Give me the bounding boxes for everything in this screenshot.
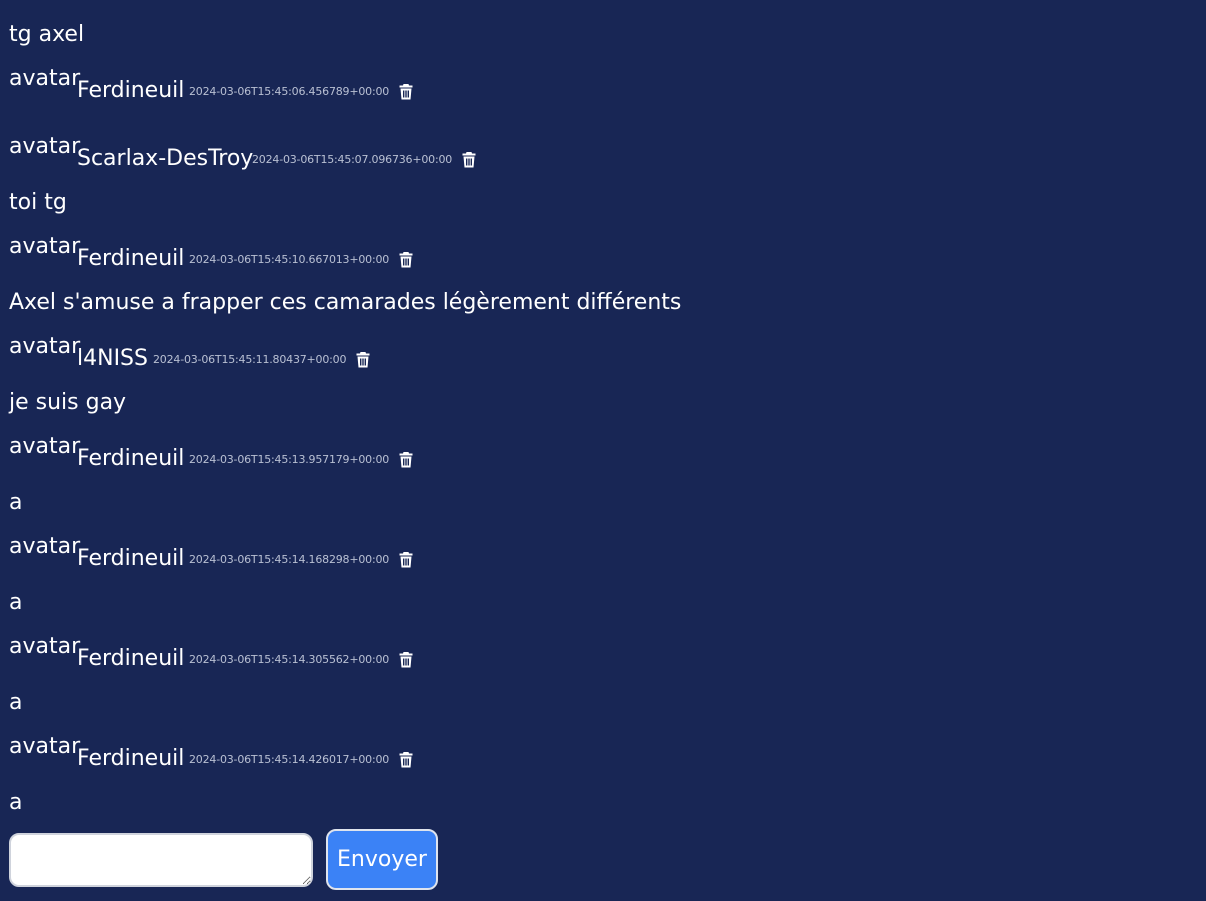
message-meta: 2024-03-06T15:45:06.456789+00:00 xyxy=(189,78,413,104)
avatar: avatar xyxy=(9,134,81,159)
message-header: avatar Ferdineuil 2024-03-06T15:45:10.66… xyxy=(9,234,809,274)
timestamp: 2024-03-06T15:45:07.096736+00:00 xyxy=(252,152,453,166)
message-composer: Envoyer xyxy=(9,829,438,890)
message-header: avatar Ferdineuil 2024-03-06T15:45:14.16… xyxy=(9,534,809,574)
message-text: a xyxy=(9,590,23,615)
timestamp: 2024-03-06T15:45:13.957179+00:00 xyxy=(189,452,390,466)
trash-icon[interactable] xyxy=(399,451,413,468)
avatar: avatar xyxy=(9,234,81,259)
message-header: avatar Ferdineuil 2024-03-06T15:45:13.95… xyxy=(9,434,809,474)
avatar: avatar xyxy=(9,634,81,659)
timestamp: 2024-03-06T15:45:14.168298+00:00 xyxy=(189,552,390,566)
trash-icon[interactable] xyxy=(399,551,413,568)
message-meta: 2024-03-06T15:45:14.305562+00:00 xyxy=(189,646,413,672)
chat-container: tg axel avatar Ferdineuil 2024-03-06T15:… xyxy=(0,0,1206,901)
message-text: Axel s'amuse a frapper ces camarades lég… xyxy=(9,290,682,315)
message-text: a xyxy=(9,790,23,815)
message-header: avatar Ferdineuil 2024-03-06T15:45:14.42… xyxy=(9,734,809,774)
avatar: avatar xyxy=(9,66,81,91)
send-button[interactable]: Envoyer xyxy=(326,829,438,890)
message-meta: 2024-03-06T15:45:11.80437+00:00 xyxy=(153,346,370,372)
avatar: avatar xyxy=(9,334,81,359)
author-name: l4NISS xyxy=(77,346,148,371)
author-name: Scarlax-DesTroy xyxy=(77,146,254,171)
author-name: Ferdineuil xyxy=(77,546,185,571)
avatar: avatar xyxy=(9,734,81,759)
message-meta: 2024-03-06T15:45:14.168298+00:00 xyxy=(189,546,413,572)
message-meta: 2024-03-06T15:45:14.426017+00:00 xyxy=(189,746,413,772)
message-input[interactable] xyxy=(9,832,313,887)
trash-icon[interactable] xyxy=(399,251,413,268)
message-text: tg axel xyxy=(9,22,85,47)
message-meta: 2024-03-06T15:45:07.096736+00:00 xyxy=(252,146,476,172)
avatar: avatar xyxy=(9,434,81,459)
message-text: toi tg xyxy=(9,190,67,215)
trash-icon[interactable] xyxy=(399,751,413,768)
author-name: Ferdineuil xyxy=(77,446,185,471)
avatar: avatar xyxy=(9,534,81,559)
trash-icon[interactable] xyxy=(462,151,476,168)
timestamp: 2024-03-06T15:45:14.426017+00:00 xyxy=(189,752,390,766)
message-meta: 2024-03-06T15:45:13.957179+00:00 xyxy=(189,446,413,472)
message-header: avatar Ferdineuil 2024-03-06T15:45:14.30… xyxy=(9,634,809,674)
timestamp: 2024-03-06T15:45:10.667013+00:00 xyxy=(189,252,390,266)
message-text: a xyxy=(9,490,23,515)
trash-icon[interactable] xyxy=(356,351,370,368)
author-name: Ferdineuil xyxy=(77,78,185,103)
timestamp: 2024-03-06T15:45:06.456789+00:00 xyxy=(189,84,390,98)
author-name: Ferdineuil xyxy=(77,746,185,771)
author-name: Ferdineuil xyxy=(77,246,185,271)
trash-icon[interactable] xyxy=(399,651,413,668)
author-name: Ferdineuil xyxy=(77,646,185,671)
message-meta: 2024-03-06T15:45:10.667013+00:00 xyxy=(189,246,413,272)
message-header: avatar Scarlax-DesTroy 2024-03-06T15:45:… xyxy=(9,134,809,174)
message-text: a xyxy=(9,690,23,715)
trash-icon[interactable] xyxy=(399,83,413,100)
timestamp: 2024-03-06T15:45:11.80437+00:00 xyxy=(153,352,347,366)
message-header: avatar l4NISS 2024-03-06T15:45:11.80437+… xyxy=(9,334,809,374)
message-text: je suis gay xyxy=(9,390,127,415)
message-header: avatar Ferdineuil 2024-03-06T15:45:06.45… xyxy=(9,66,809,106)
timestamp: 2024-03-06T15:45:14.305562+00:00 xyxy=(189,652,390,666)
